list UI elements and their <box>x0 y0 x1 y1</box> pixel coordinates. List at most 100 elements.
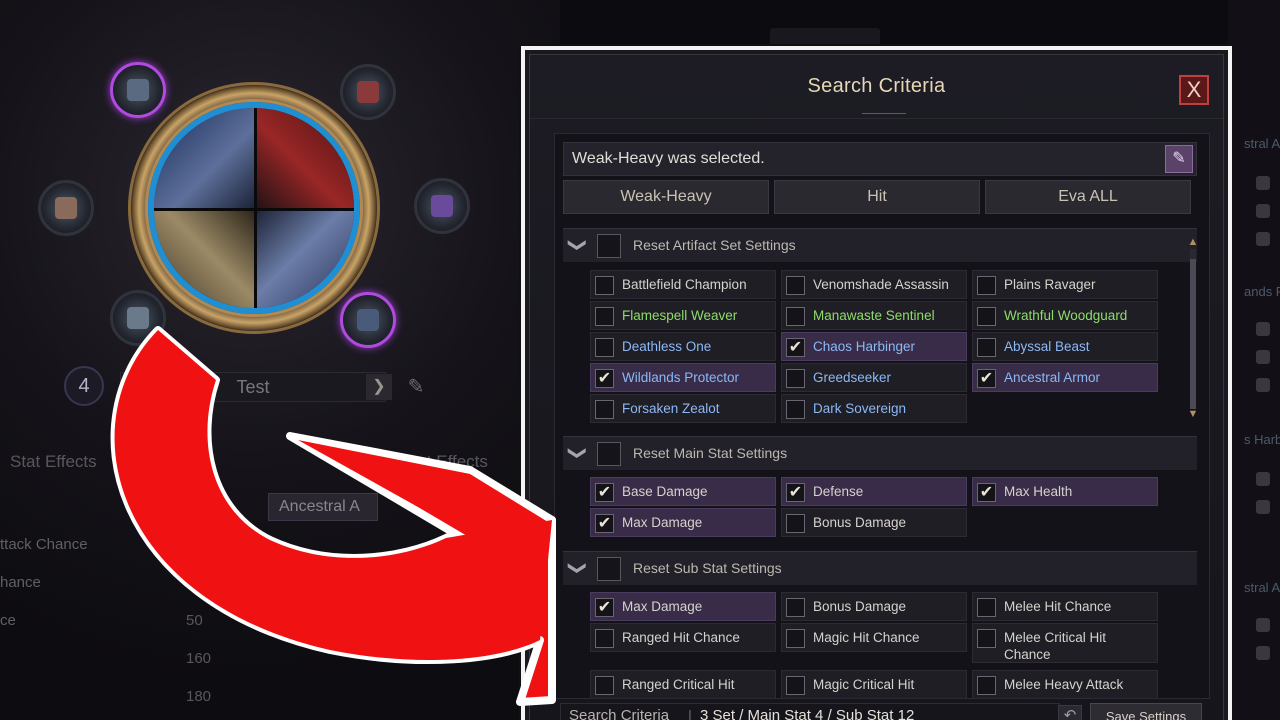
option-deathless-one[interactable]: Deathless One <box>590 332 776 361</box>
checkbox[interactable] <box>786 514 805 533</box>
reset-main-stat-checkbox[interactable] <box>597 442 621 466</box>
dialog-title-bar: Search Criteria <box>530 55 1223 119</box>
lock-icon[interactable] <box>1256 618 1270 632</box>
checkbox-checked[interactable]: ✔ <box>977 483 996 502</box>
option-magic-critical-hit[interactable]: Magic Critical Hit <box>781 670 967 698</box>
chevron-down-icon[interactable]: ❯ <box>567 557 589 579</box>
checkbox[interactable] <box>786 598 805 617</box>
section-sub-stat[interactable]: ❯ Reset Sub Stat Settings <box>563 551 1197 585</box>
chevron-down-icon[interactable]: ❯ <box>567 234 589 256</box>
checkbox[interactable] <box>595 276 614 295</box>
option-ancestral-armor[interactable]: ✔ Ancestral Armor <box>972 363 1158 392</box>
checkbox[interactable] <box>977 676 996 695</box>
option-venomshade-assassin[interactable]: Venomshade Assassin <box>781 270 967 299</box>
option-max-damage[interactable]: ✔ Max Damage <box>590 592 776 621</box>
gem-socket-right[interactable] <box>414 178 470 234</box>
option-chaos-harbinger[interactable]: ✔ Chaos Harbinger <box>781 332 967 361</box>
scroll-thumb[interactable] <box>1190 259 1196 409</box>
checkbox[interactable] <box>977 598 996 617</box>
scroll-up-icon[interactable]: ▲ <box>1186 237 1200 248</box>
lock-icon[interactable] <box>1256 472 1270 486</box>
preset-name-field[interactable]: Test <box>120 372 386 402</box>
option-manawaste-sentinel[interactable]: Manawaste Sentinel <box>781 301 967 330</box>
checkbox[interactable] <box>977 338 996 357</box>
artifact-orb[interactable] <box>148 102 360 314</box>
preset-button-hit[interactable]: Hit <box>774 180 980 214</box>
edit-preset-icon[interactable]: ✎ <box>402 374 430 400</box>
undo-icon[interactable]: ↶ <box>1058 705 1082 720</box>
checkbox-checked[interactable]: ✔ <box>595 369 614 388</box>
option-forsaken-zealot[interactable]: Forsaken Zealot <box>590 394 776 423</box>
checkbox-checked[interactable]: ✔ <box>595 483 614 502</box>
checkbox[interactable] <box>595 307 614 326</box>
save-settings-button[interactable]: Save Settings <box>1090 703 1202 720</box>
gem-socket-top-right[interactable] <box>340 64 396 120</box>
checkbox[interactable] <box>977 276 996 295</box>
checkbox[interactable] <box>786 307 805 326</box>
reset-sub-stat-checkbox[interactable] <box>597 557 621 581</box>
wrench-icon[interactable] <box>1256 350 1270 364</box>
tab-set-effects[interactable]: Set Effects <box>406 452 488 472</box>
option-max-health[interactable]: ✔ Max Health <box>972 477 1158 506</box>
option-magic-hit-chance[interactable]: Magic Hit Chance <box>781 623 967 652</box>
scrollbar[interactable] <box>1190 249 1196 409</box>
gear-icon[interactable] <box>1256 378 1270 392</box>
option-defense[interactable]: ✔ Defense <box>781 477 967 506</box>
checkbox[interactable] <box>595 338 614 357</box>
section-artifact-set[interactable]: ❯ Reset Artifact Set Settings <box>563 228 1197 262</box>
option-ranged-hit-chance[interactable]: Ranged Hit Chance <box>590 623 776 652</box>
checkbox[interactable] <box>977 629 996 648</box>
option-max-damage[interactable]: ✔ Max Damage <box>590 508 776 537</box>
checkbox-checked[interactable]: ✔ <box>595 514 614 533</box>
option-greedseeker[interactable]: Greedseeker <box>781 363 967 392</box>
checkbox-checked[interactable]: ✔ <box>786 338 805 357</box>
wrench-icon[interactable] <box>1256 204 1270 218</box>
checkbox-checked[interactable]: ✔ <box>786 483 805 502</box>
gem-socket-bottom-right[interactable] <box>340 292 396 348</box>
checkbox[interactable] <box>786 400 805 419</box>
wrench-icon[interactable] <box>1256 176 1270 190</box>
option-melee-heavy-attack[interactable]: Melee Heavy Attack <box>972 670 1158 698</box>
option-melee-critical-hit-chance[interactable]: Melee Critical Hit Chance <box>972 623 1158 663</box>
checkbox[interactable] <box>595 629 614 648</box>
edit-preset-button[interactable]: ✎ <box>1165 145 1193 173</box>
chevron-down-icon[interactable]: ❯ <box>567 442 589 464</box>
option-melee-hit-chance[interactable]: Melee Hit Chance <box>972 592 1158 621</box>
checkbox[interactable] <box>786 276 805 295</box>
gem-socket-left[interactable] <box>38 180 94 236</box>
lock-icon[interactable] <box>1256 500 1270 514</box>
checkbox-checked[interactable]: ✔ <box>977 369 996 388</box>
option-dark-sovereign[interactable]: Dark Sovereign <box>781 394 967 423</box>
section-main-stat[interactable]: ❯ Reset Main Stat Settings <box>563 436 1197 470</box>
checkbox[interactable] <box>595 676 614 695</box>
preset-button-weak-heavy[interactable]: Weak-Heavy <box>563 180 769 214</box>
checkbox[interactable] <box>595 400 614 419</box>
tab-stat-effects[interactable]: Stat Effects <box>10 452 97 472</box>
checkbox[interactable] <box>786 369 805 388</box>
option-bonus-damage[interactable]: Bonus Damage <box>781 592 967 621</box>
option-bonus-damage[interactable]: Bonus Damage <box>781 508 967 537</box>
close-button[interactable]: X <box>1179 75 1209 105</box>
option-plains-ravager[interactable]: Plains Ravager <box>972 270 1158 299</box>
option-battlefield-champion[interactable]: Battlefield Champion <box>590 270 776 299</box>
option-label: Abyssal Beast <box>1004 339 1090 354</box>
checkbox-checked[interactable]: ✔ <box>595 598 614 617</box>
option-base-damage[interactable]: ✔ Base Damage <box>590 477 776 506</box>
gear-icon[interactable] <box>1256 646 1270 660</box>
option-abyssal-beast[interactable]: Abyssal Beast <box>972 332 1158 361</box>
option-wildlands-protector[interactable]: ✔ Wildlands Protector <box>590 363 776 392</box>
scroll-down-icon[interactable]: ▼ <box>1186 409 1200 420</box>
next-preset-icon[interactable]: ❯ <box>366 374 392 400</box>
reset-artifact-checkbox[interactable] <box>597 234 621 258</box>
checkbox[interactable] <box>977 307 996 326</box>
option-wrathful-woodguard[interactable]: Wrathful Woodguard <box>972 301 1158 330</box>
gem-socket-bottom-left[interactable] <box>110 290 166 346</box>
option-ranged-critical-hit[interactable]: Ranged Critical Hit <box>590 670 776 698</box>
option-flamespell-weaver[interactable]: Flamespell Weaver <box>590 301 776 330</box>
gem-socket-top-left[interactable] <box>110 62 166 118</box>
upload-icon[interactable] <box>1256 322 1270 336</box>
checkbox[interactable] <box>786 676 805 695</box>
preset-button-eva-all[interactable]: Eva ALL <box>985 180 1191 214</box>
gear-icon[interactable] <box>1256 232 1270 246</box>
checkbox[interactable] <box>786 629 805 648</box>
